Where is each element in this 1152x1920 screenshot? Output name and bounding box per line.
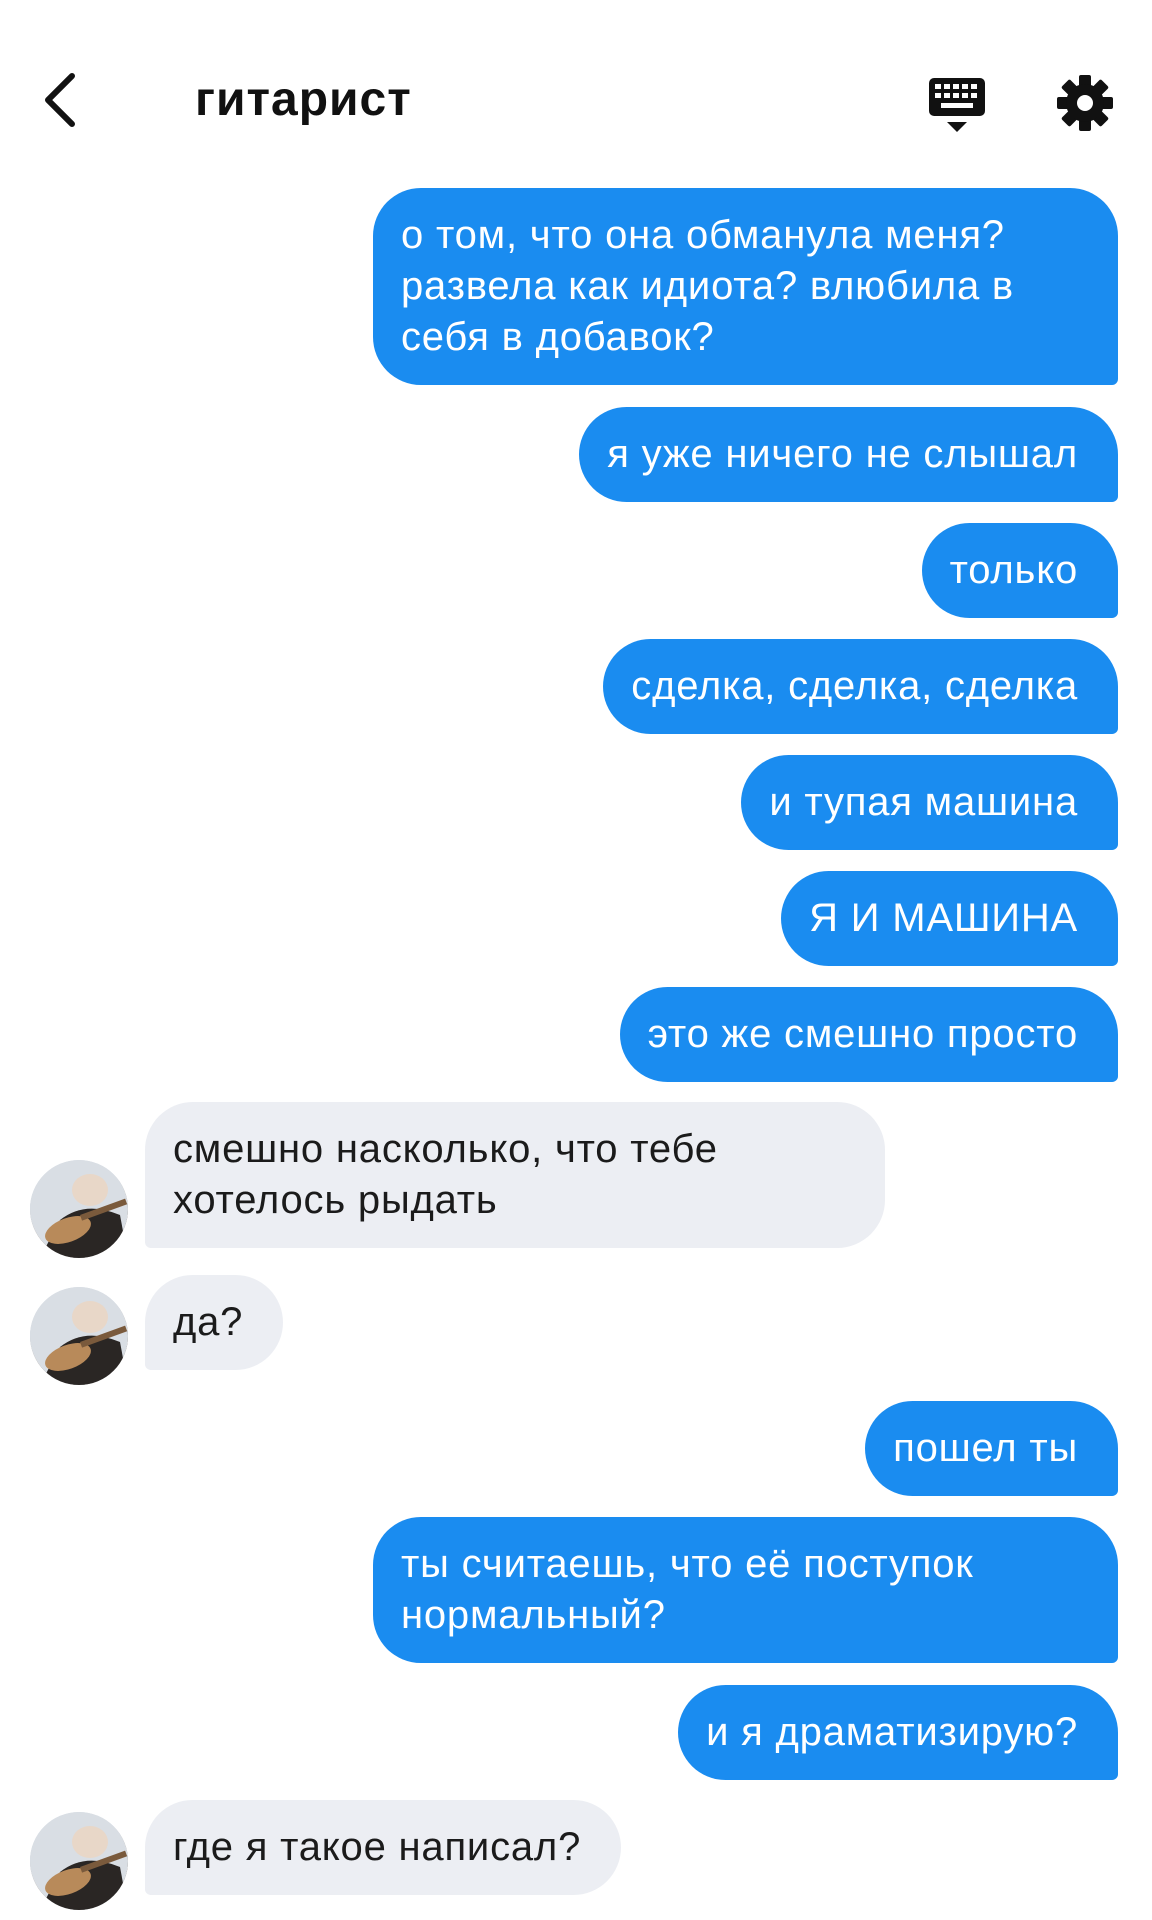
message-bubble-incoming[interactable]: где я такое написал? [145,1800,622,1895]
keyboard-icon [929,78,985,132]
chat-title: гитарист [195,73,412,126]
message-bubble-incoming[interactable]: смешно насколько, что тебе хотелось рыда… [145,1102,885,1248]
message-bubble-outgoing[interactable]: это же смешно просто [619,987,1118,1082]
avatar-photo [30,1812,128,1910]
chevron-left-icon [45,73,75,127]
avatar-photo [30,1287,128,1385]
message-bubble-outgoing[interactable]: пошел ты [865,1401,1118,1496]
contact-avatar[interactable] [30,1160,128,1258]
message-bubble-outgoing[interactable]: и я драматизирую? [678,1685,1118,1780]
message-bubble-incoming[interactable]: да? [145,1275,284,1370]
contact-avatar[interactable] [30,1287,128,1385]
back-button[interactable] [30,60,90,140]
chat-header: гитарист [0,0,1152,170]
message-bubble-outgoing[interactable]: только [921,523,1118,618]
contact-avatar[interactable] [30,1812,128,1910]
message-list[interactable]: о том, что она обманула меня? развела ка… [0,185,1152,1920]
keyboard-button[interactable] [925,72,989,136]
message-bubble-outgoing[interactable]: Я И МАШИНА [781,871,1118,966]
message-bubble-outgoing[interactable]: о том, что она обманула меня? развела ка… [373,188,1118,385]
avatar-photo [30,1160,128,1258]
message-bubble-outgoing[interactable]: я уже ничего не слышал [579,407,1118,502]
settings-button[interactable] [1055,73,1115,133]
message-bubble-outgoing[interactable]: и тупая машина [741,755,1118,850]
gear-icon [1057,75,1113,131]
message-bubble-outgoing[interactable]: ты считаешь, что её поступок нормальный? [373,1517,1118,1663]
message-bubble-outgoing[interactable]: сделка, сделка, сделка [603,639,1118,734]
